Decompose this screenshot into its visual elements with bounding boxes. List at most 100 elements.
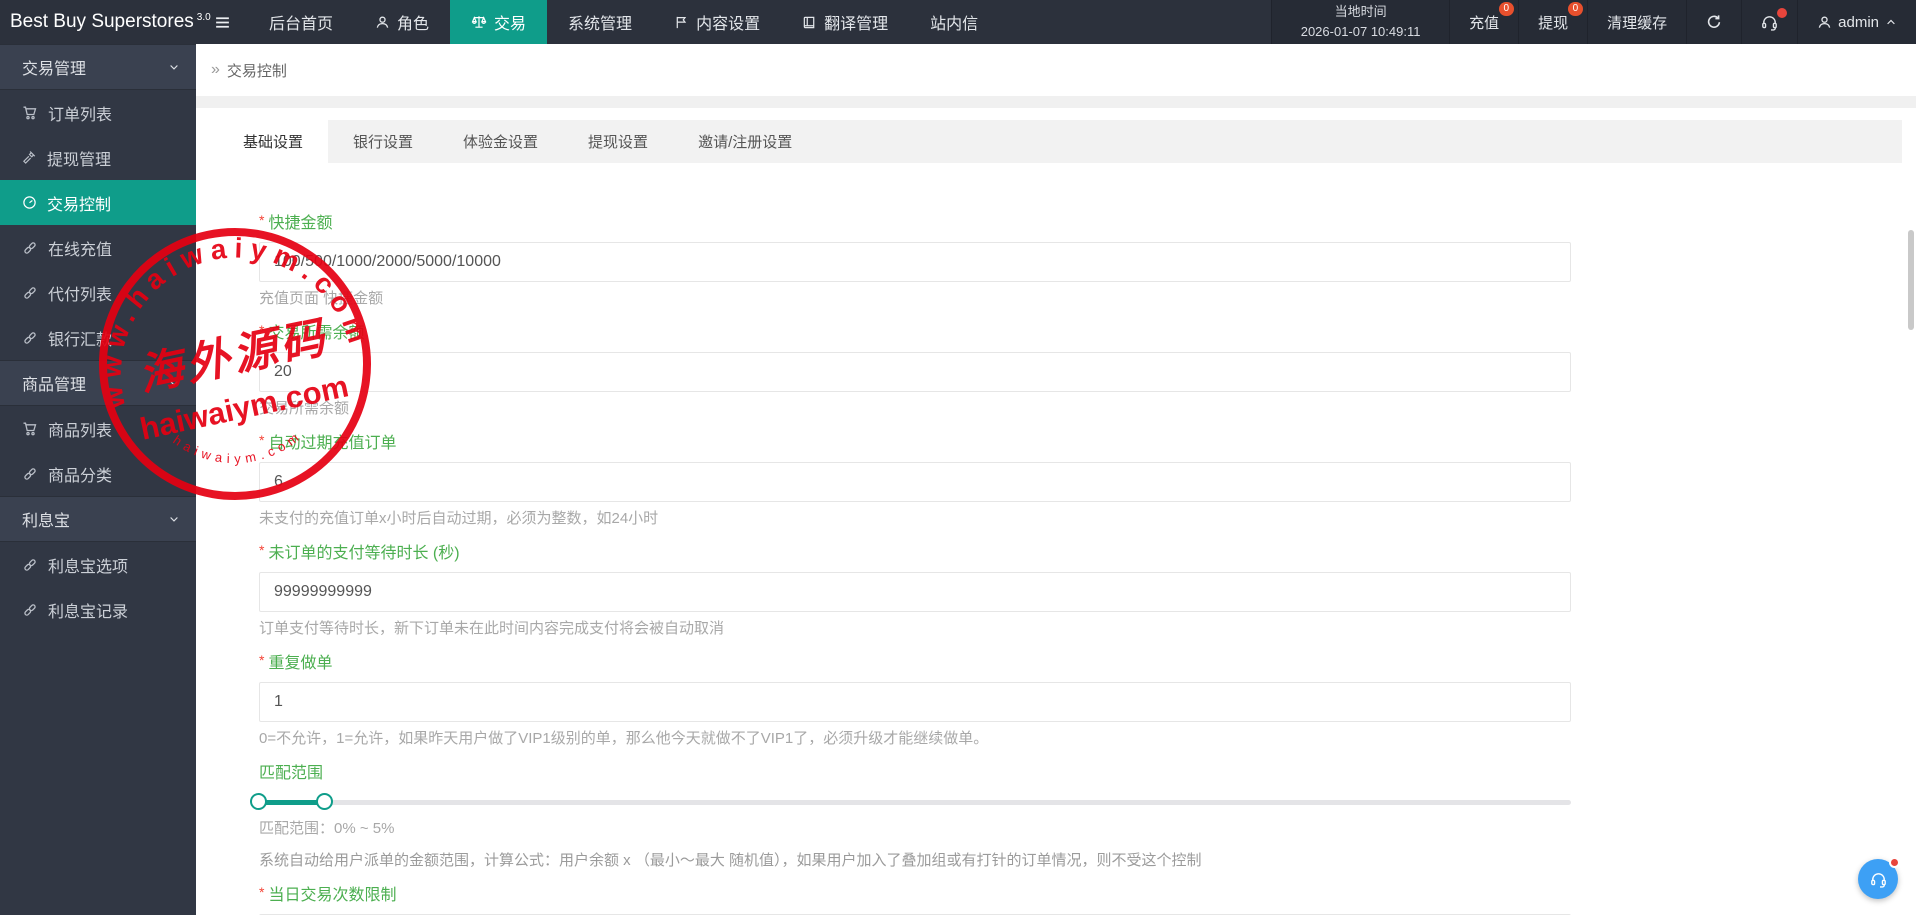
slider-handle-max[interactable]: [316, 793, 333, 810]
customer-service-button[interactable]: [1858, 859, 1898, 899]
required-asterisk: *: [259, 542, 264, 558]
range-slider[interactable]: [259, 792, 1571, 812]
field-label: *未订单的支付等待时长 (秒): [259, 539, 1916, 563]
app-logo: Best Buy Superstores3.0: [0, 0, 196, 44]
sidebar-item-label: 交易控制: [47, 191, 111, 215]
sidebar-item-0-4[interactable]: 代付列表: [0, 270, 196, 315]
nav-action-label: 清理缓存: [1607, 12, 1667, 33]
nav-action-2[interactable]: 清理缓存: [1587, 0, 1686, 44]
field-input-4[interactable]: [259, 682, 1571, 722]
nav-item-label: 角色: [397, 10, 429, 34]
navbar-menu: 后台首页 角色交易系统管理内容设置 翻译管理 站内信: [248, 0, 999, 44]
nav-item-label: 站内信: [930, 10, 978, 34]
form-field-2: *自动过期充值订单未支付的充值订单x小时后自动过期，必须为整数，如24小时: [259, 429, 1916, 528]
sidebar-item-2-1[interactable]: 利息宝记录: [0, 587, 196, 632]
notification-dot: [1889, 857, 1900, 868]
nav-item-3[interactable]: 系统管理: [547, 0, 653, 44]
link-icon: [22, 330, 38, 346]
field-help: 交易所需余额: [259, 400, 1916, 418]
book-icon: [802, 15, 817, 30]
navbar-actions: 充值0提现0清理缓存: [1449, 0, 1797, 44]
field-label: *当日交易次数限制: [259, 881, 1916, 905]
field-input-0[interactable]: [259, 242, 1571, 282]
nav-item-6[interactable]: 站内信: [909, 0, 999, 44]
nav-action-label: 充值: [1469, 12, 1499, 33]
nav-item-2[interactable]: 交易: [450, 0, 547, 44]
sidebar-item-0-3[interactable]: 在线充值: [0, 225, 196, 270]
field-input-1[interactable]: [259, 352, 1571, 392]
slider-handle-min[interactable]: [250, 793, 267, 810]
tab-label: 体验金设置: [463, 131, 538, 152]
sidebar-item-label: 提现管理: [47, 146, 111, 170]
gavel-icon: [22, 150, 37, 165]
tab-4[interactable]: 邀请/注册设置: [673, 120, 817, 163]
field-help: 匹配范围：0% ~ 5%: [259, 820, 1916, 838]
field-input-2[interactable]: [259, 462, 1571, 502]
nav-item-4[interactable]: 内容设置: [653, 0, 781, 44]
slider-track[interactable]: [259, 800, 1571, 805]
sidebar-section-2[interactable]: 利息宝: [0, 496, 196, 542]
scales-icon: [471, 14, 487, 30]
logo-version: 3.0: [197, 12, 211, 23]
tab-2[interactable]: 体验金设置: [438, 120, 563, 163]
count-badge: 0: [1568, 2, 1584, 16]
tab-0[interactable]: 基础设置: [218, 120, 328, 163]
form-field-1: *交易所需余额交易所需余额: [259, 319, 1916, 418]
settings-tabs: 基础设置 银行设置 体验金设置 提现设置 邀请/注册设置: [218, 120, 1902, 163]
field-label: *交易所需余额: [259, 319, 1916, 343]
nav-item-label: 后台首页: [269, 10, 333, 34]
tab-1[interactable]: 银行设置: [328, 120, 438, 163]
nav-item-label: 翻译管理: [824, 10, 888, 34]
sidebar-section-0[interactable]: 交易管理: [0, 44, 196, 90]
nav-action-3[interactable]: [1686, 0, 1741, 44]
chevdown-icon: [168, 61, 180, 73]
count-badge: 0: [1499, 2, 1515, 16]
gauge-icon: [22, 195, 37, 210]
field-input-3[interactable]: [259, 572, 1571, 612]
nav-action-4[interactable]: [1741, 0, 1797, 44]
chevdown-icon: [168, 513, 180, 525]
sidebar-item-1-1[interactable]: 商品分类: [0, 451, 196, 496]
sidebar-item-0-0[interactable]: 订单列表: [0, 90, 196, 135]
link-icon: [22, 240, 38, 256]
form-field-4: *重复做单0=不允许，1=允许，如果昨天用户做了VIP1级别的单，那么他今天就做…: [259, 649, 1916, 748]
time-label: 当地时间: [1335, 2, 1387, 22]
sidebar-item-0-1[interactable]: 提现管理: [0, 135, 196, 180]
sidebar: 交易管理订单列表提现管理交易控制在线充值代付列表银行汇款商品管理商品列表商品分类…: [0, 44, 196, 915]
nav-action-0[interactable]: 充值0: [1449, 0, 1518, 44]
breadcrumb-chevron-icon: »: [211, 61, 220, 79]
nav-item-1[interactable]: 角色: [354, 0, 450, 44]
sidebar-item-label: 利息宝选项: [48, 553, 128, 577]
required-asterisk: *: [259, 212, 264, 228]
breadcrumb: » 交易控制: [196, 44, 1916, 96]
tab-3[interactable]: 提现设置: [563, 120, 673, 163]
chevron-up-icon: [1885, 16, 1897, 28]
time-value: 2026-01-07 10:49:11: [1301, 22, 1421, 42]
sidebar-item-2-0[interactable]: 利息宝选项: [0, 542, 196, 587]
admin-user-menu[interactable]: admin: [1797, 0, 1916, 44]
refresh-icon: [1706, 14, 1722, 30]
sidebar-item-label: 利息宝记录: [48, 598, 128, 622]
sidebar-section-1[interactable]: 商品管理: [0, 360, 196, 406]
tab-label: 基础设置: [243, 131, 303, 152]
sidebar-item-1-0[interactable]: 商品列表: [0, 406, 196, 451]
sidebar-section-label: 交易管理: [22, 55, 86, 79]
nav-item-label: 系统管理: [568, 10, 632, 34]
nav-item-0[interactable]: 后台首页: [248, 0, 354, 44]
sidebar-item-0-5[interactable]: 银行汇款: [0, 315, 196, 360]
tab-label: 提现设置: [588, 131, 648, 152]
field-label: *重复做单: [259, 649, 1916, 673]
nav-item-5[interactable]: 翻译管理: [781, 0, 909, 44]
nav-action-1[interactable]: 提现0: [1518, 0, 1587, 44]
main-content: » 交易控制 基础设置银行设置体验金设置提现设置邀请/注册设置 *快捷金额充值页…: [196, 44, 1916, 915]
sidebar-item-0-2[interactable]: 交易控制: [0, 180, 196, 225]
required-asterisk: *: [259, 652, 264, 668]
chevdown-icon: [168, 377, 180, 389]
navbar-right: 当地时间 2026-01-07 10:49:11 充值0提现0清理缓存 admi…: [1271, 0, 1916, 44]
sidebar-section-label: 利息宝: [22, 507, 70, 531]
form-field-6: *当日交易次数限制: [259, 881, 1916, 915]
settings-panel: 基础设置银行设置体验金设置提现设置邀请/注册设置 *快捷金额充值页面 快捷金额*…: [196, 108, 1916, 915]
flag-icon: [674, 15, 689, 30]
scrollbar-thumb[interactable]: [1908, 230, 1914, 330]
headset-icon: [1870, 871, 1887, 888]
